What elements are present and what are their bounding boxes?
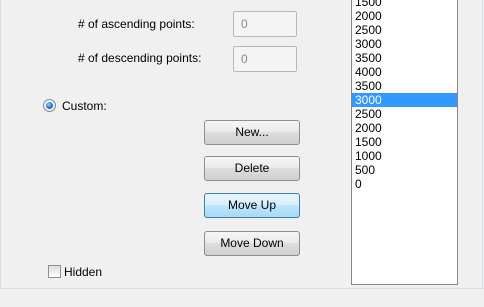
list-item[interactable]: 3000 [352, 37, 457, 51]
hidden-checkbox[interactable] [48, 265, 61, 278]
list-item[interactable]: 0 [352, 177, 457, 191]
new-button[interactable]: New... [204, 120, 300, 145]
list-item[interactable]: 3500 [352, 79, 457, 93]
list-item[interactable]: 2000 [352, 9, 457, 23]
panel-left-border [0, 0, 1, 289]
panel-right-border [482, 0, 483, 289]
list-item[interactable]: 1000 [352, 149, 457, 163]
list-item[interactable]: 2500 [352, 23, 457, 37]
descending-points-label: # of descending points: [78, 51, 202, 65]
list-item[interactable]: 2000 [352, 121, 457, 135]
list-item[interactable]: 500 [352, 163, 457, 177]
custom-radio[interactable] [43, 99, 56, 112]
radio-selected-dot [46, 102, 53, 109]
hidden-checkbox-label: Hidden [64, 265, 103, 279]
values-listbox[interactable]: 1500 2000 2500 3000 3500 4000 3500 3000 2500 2000… [351, 0, 458, 285]
list-item[interactable]: 1500 [352, 135, 457, 149]
delete-button[interactable]: Delete [204, 156, 300, 181]
descending-points-field[interactable]: 0 [233, 46, 297, 72]
list-item[interactable]: 3500 [352, 51, 457, 65]
values-list: 1500 2000 2500 3000 3500 4000 3500 3000 2500 2000… [352, 0, 457, 191]
list-item[interactable]: 4000 [352, 65, 457, 79]
list-item[interactable]: 2500 [352, 107, 457, 121]
panel-footer-area [0, 289, 484, 307]
ascending-points-label: # of ascending points: [78, 17, 195, 31]
custom-radio-label: Custom: [62, 99, 107, 113]
list-item[interactable]: 1500 [352, 0, 457, 9]
move-up-button[interactable]: Move Up [204, 193, 300, 218]
ascending-points-field[interactable]: 0 [233, 11, 297, 37]
list-item[interactable]: 3000 [352, 93, 457, 107]
move-down-button[interactable]: Move Down [204, 231, 300, 256]
